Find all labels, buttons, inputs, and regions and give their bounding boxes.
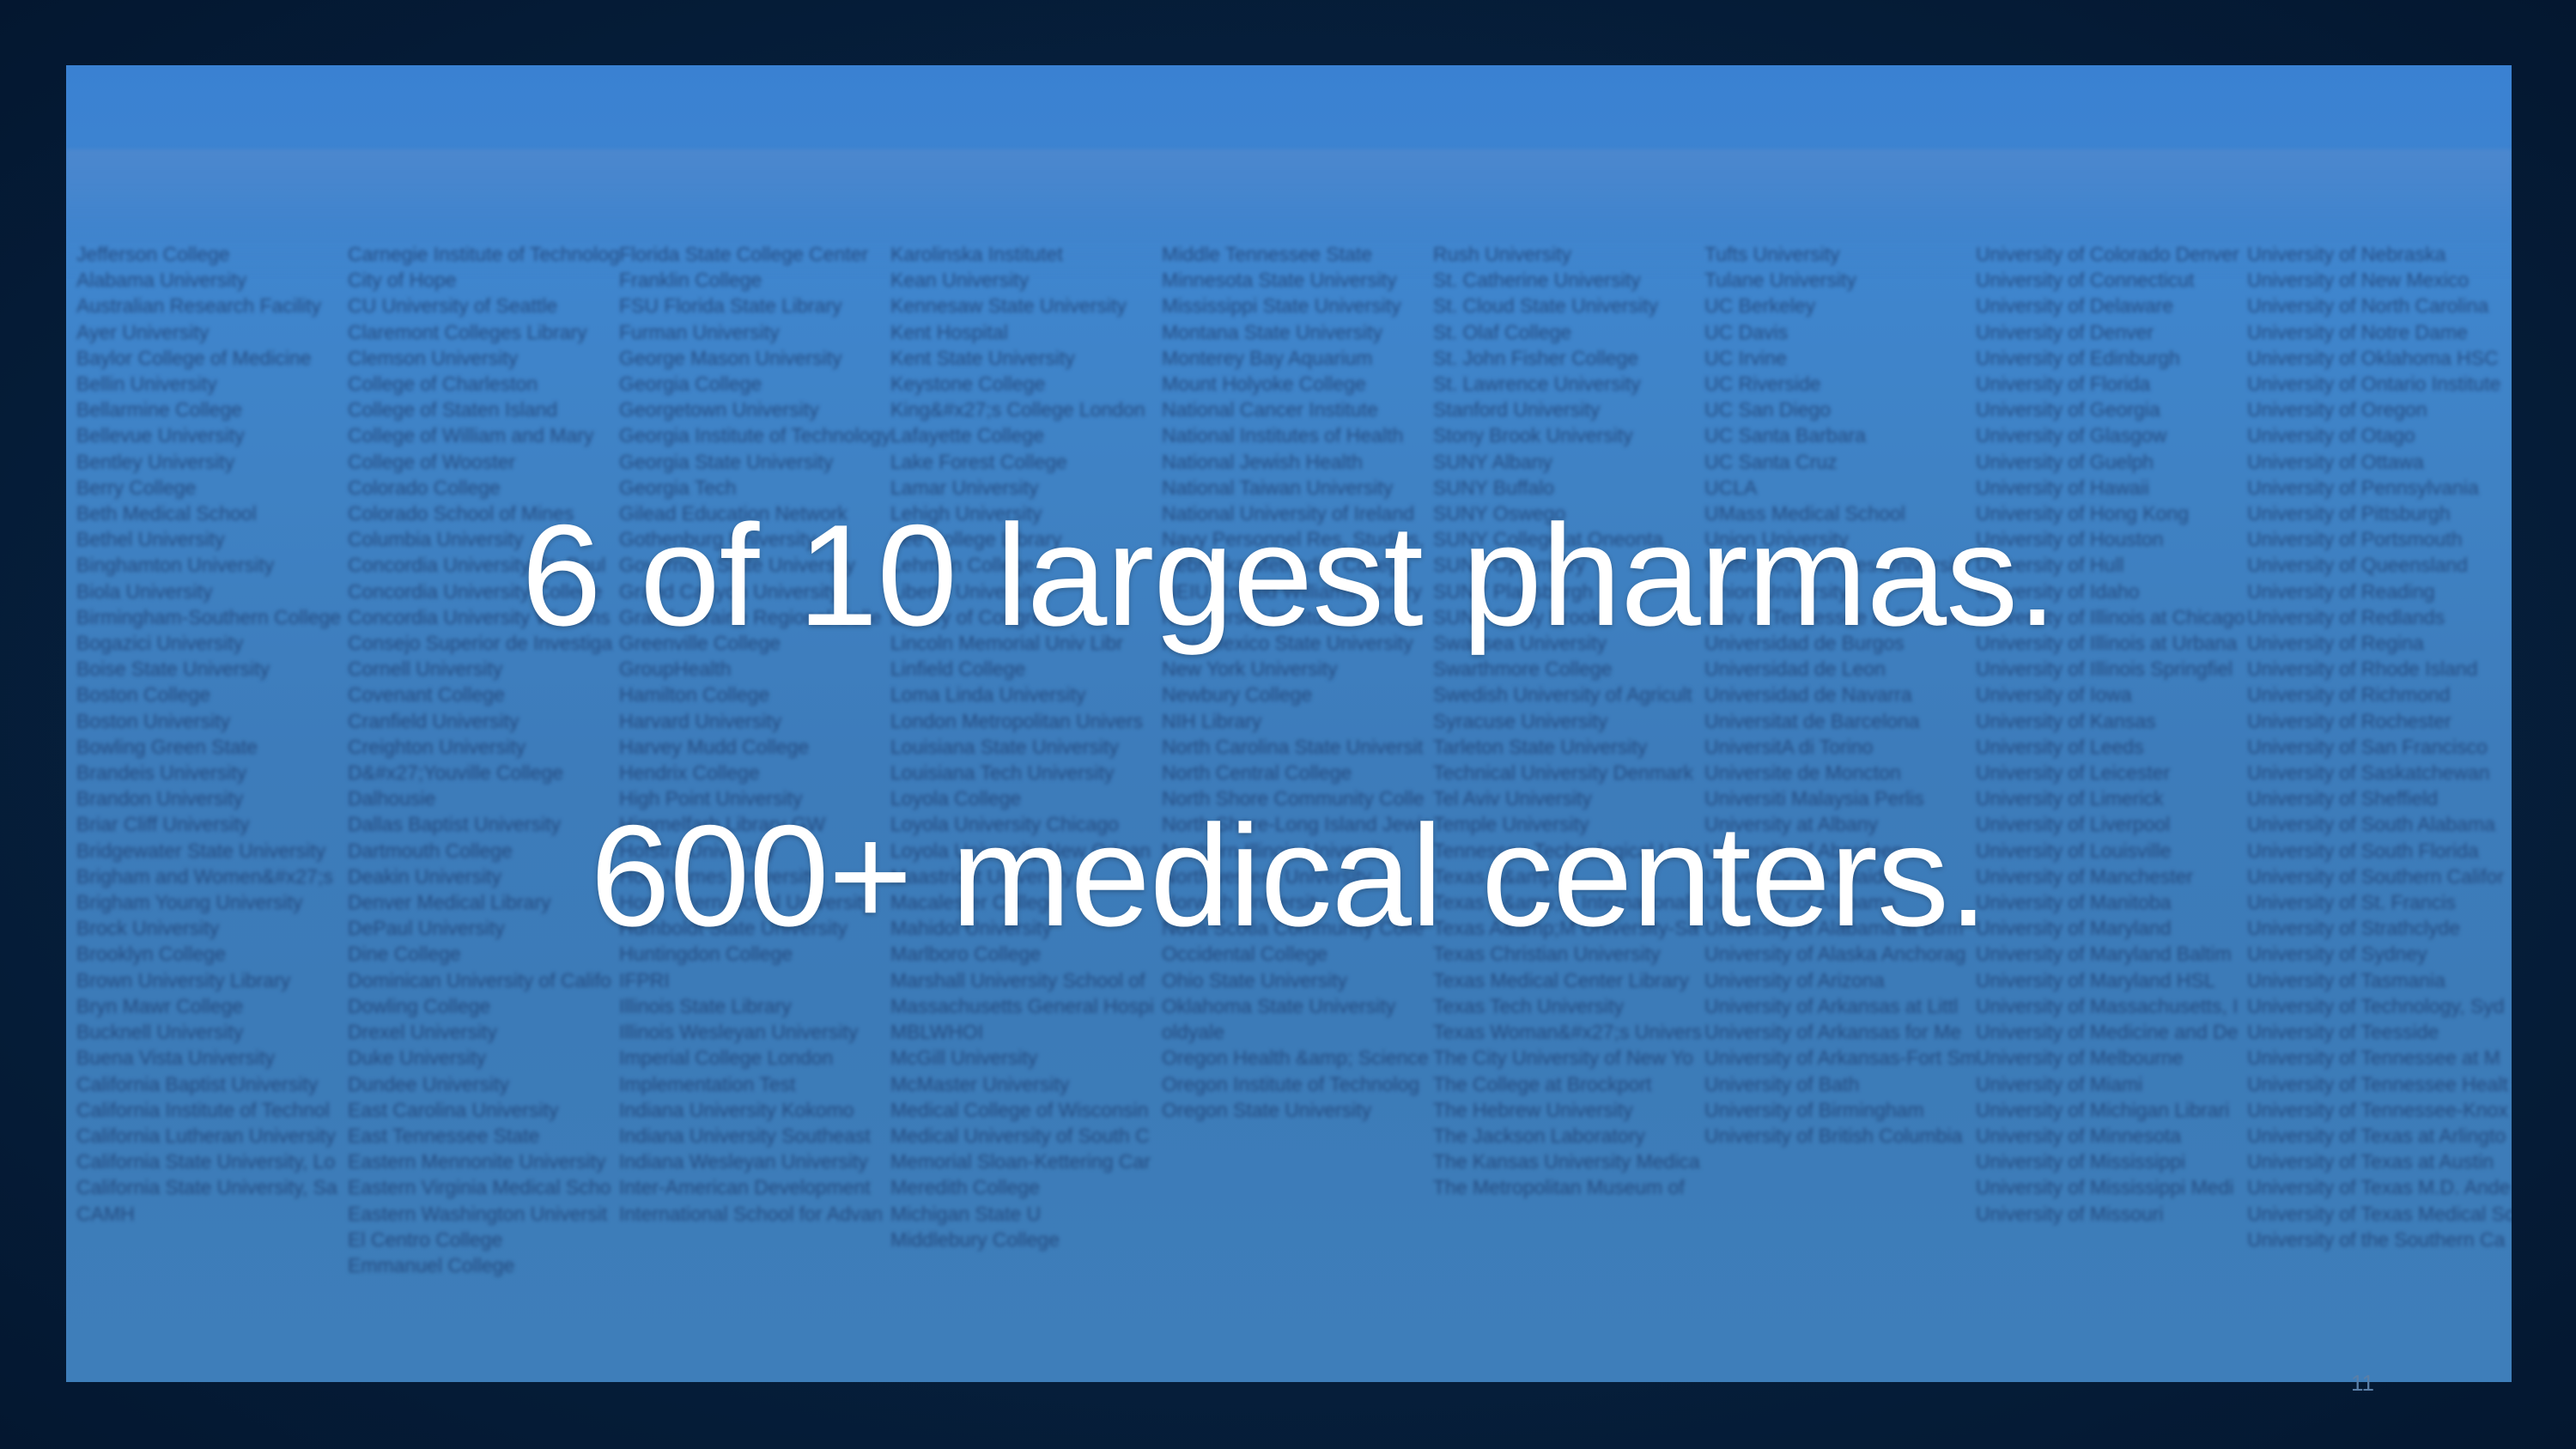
slide-number: 11: [2351, 1370, 2374, 1396]
headline-medical-centers: 600+ medical centers.: [590, 795, 1988, 956]
headline-overlay: 6 of 10 largest pharmas. 600+ medical ce…: [66, 65, 2512, 1382]
slide: Jefferson College Alabama University Austr…: [66, 65, 2512, 1382]
headline-pharmas: 6 of 10 largest pharmas.: [521, 494, 2057, 656]
